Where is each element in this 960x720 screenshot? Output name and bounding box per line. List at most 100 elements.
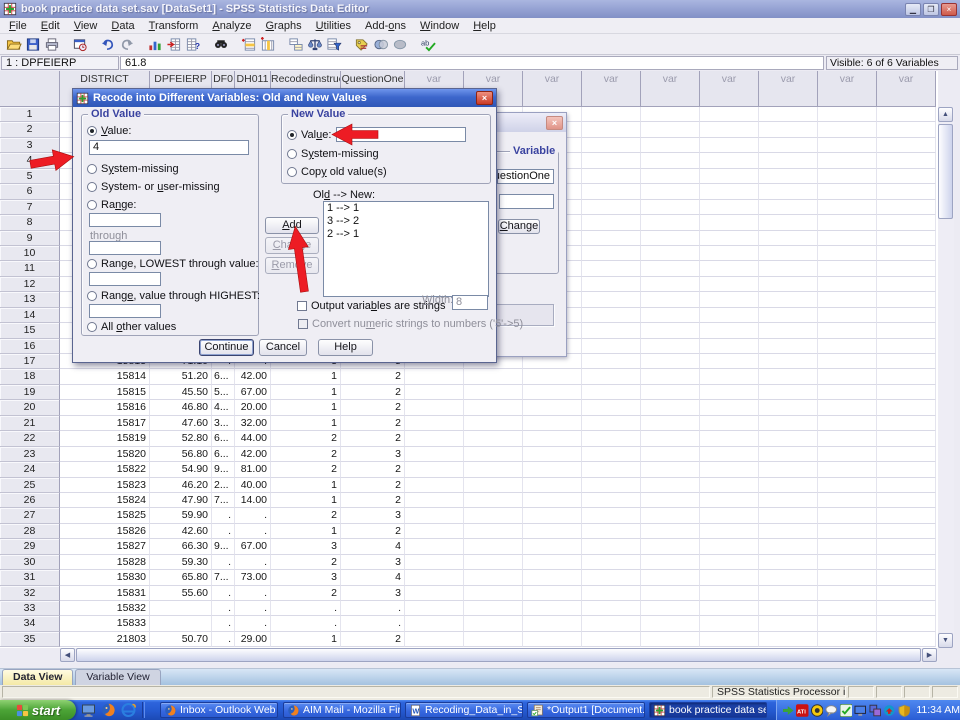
empty-cell[interactable] (641, 107, 700, 122)
row-number[interactable]: 31 (0, 570, 60, 585)
empty-cell[interactable] (700, 524, 759, 539)
empty-cell[interactable] (582, 586, 641, 601)
empty-cell[interactable] (523, 632, 582, 647)
row-number[interactable]: 9 (0, 231, 60, 246)
data-cell[interactable]: 59.90 (150, 508, 212, 523)
row-number[interactable]: 25 (0, 478, 60, 493)
start-button[interactable]: start (0, 700, 76, 720)
empty-cell[interactable] (582, 416, 641, 431)
empty-cell[interactable] (877, 431, 936, 446)
cell-reference[interactable]: 1 : DPFEIERP (1, 56, 119, 70)
output-variable-label-field[interactable] (499, 194, 554, 209)
data-cell[interactable]: 15822 (60, 462, 150, 477)
data-cell[interactable]: 2 (271, 462, 341, 477)
empty-cell[interactable] (582, 493, 641, 508)
data-cell[interactable]: 46.80 (150, 400, 212, 415)
data-cell[interactable]: 15819 (60, 431, 150, 446)
row-number[interactable]: 22 (0, 431, 60, 446)
taskbar-button[interactable]: WRecoding_Data_in_S... (405, 702, 523, 718)
data-cell[interactable]: 15823 (60, 478, 150, 493)
empty-cell[interactable] (641, 200, 700, 215)
cell-editor[interactable]: 61.8 (120, 56, 824, 70)
empty-cell[interactable] (641, 508, 700, 523)
range-highest-field[interactable] (89, 304, 161, 318)
column-header-var[interactable]: var (759, 71, 818, 107)
empty-cell[interactable] (700, 153, 759, 168)
data-cell[interactable]: 65.80 (150, 570, 212, 585)
empty-cell[interactable] (877, 231, 936, 246)
row-number[interactable]: 28 (0, 524, 60, 539)
data-cell[interactable]: 14.00 (235, 493, 271, 508)
row-number[interactable]: 29 (0, 539, 60, 554)
empty-cell[interactable] (523, 508, 582, 523)
data-cell[interactable]: . (341, 616, 405, 631)
data-cell[interactable]: 1 (271, 632, 341, 647)
continue-button[interactable]: Continue (199, 339, 254, 356)
find-icon[interactable] (211, 36, 230, 53)
empty-cell[interactable] (759, 400, 818, 415)
empty-cell[interactable] (582, 616, 641, 631)
empty-cell[interactable] (523, 555, 582, 570)
data-cell[interactable]: . (212, 524, 235, 539)
data-cell[interactable]: 15826 (60, 524, 150, 539)
dialog-titlebar[interactable]: Recode into Different Variables: Old and… (73, 89, 496, 107)
data-cell[interactable]: 6... (212, 431, 235, 446)
data-cell[interactable]: 2 (341, 416, 405, 431)
show-all-icon[interactable] (390, 36, 409, 53)
empty-cell[interactable] (700, 601, 759, 616)
empty-cell[interactable] (818, 632, 877, 647)
empty-cell[interactable] (405, 616, 464, 631)
data-cell[interactable]: 9... (212, 462, 235, 477)
empty-cell[interactable] (641, 493, 700, 508)
empty-cell[interactable] (700, 292, 759, 307)
chat-icon[interactable] (825, 704, 837, 717)
empty-cell[interactable] (582, 184, 641, 199)
empty-cell[interactable] (641, 601, 700, 616)
empty-cell[interactable] (877, 586, 936, 601)
empty-cell[interactable] (759, 632, 818, 647)
empty-cell[interactable] (464, 478, 523, 493)
row-number[interactable]: 8 (0, 215, 60, 230)
empty-cell[interactable] (700, 508, 759, 523)
background-dialog-close-button[interactable]: × (546, 116, 563, 130)
empty-cell[interactable] (582, 524, 641, 539)
output-variable-name-field[interactable]: dQuestionOne (497, 169, 554, 184)
empty-cell[interactable] (464, 416, 523, 431)
row-number[interactable]: 15 (0, 323, 60, 338)
data-cell[interactable]: 67.00 (235, 539, 271, 554)
data-cell[interactable]: 81.00 (235, 462, 271, 477)
show-desktop-icon[interactable] (80, 702, 97, 718)
empty-cell[interactable] (700, 122, 759, 137)
change-output-button[interactable]: Change (498, 219, 540, 234)
empty-cell[interactable] (641, 400, 700, 415)
data-cell[interactable]: 42.60 (150, 524, 212, 539)
empty-cell[interactable] (405, 539, 464, 554)
row-number[interactable]: 19 (0, 385, 60, 400)
variables-icon[interactable]: ? (183, 36, 202, 53)
split-file-icon[interactable] (286, 36, 305, 53)
empty-cell[interactable] (464, 400, 523, 415)
empty-cell[interactable] (523, 586, 582, 601)
empty-cell[interactable] (759, 153, 818, 168)
empty-cell[interactable] (877, 616, 936, 631)
new-value-radio[interactable]: Value: (287, 129, 331, 141)
column-header-var[interactable]: var (523, 71, 582, 107)
data-cell[interactable]: 51.20 (150, 369, 212, 384)
empty-cell[interactable] (641, 586, 700, 601)
data-cell[interactable]: 73.00 (235, 570, 271, 585)
empty-cell[interactable] (818, 493, 877, 508)
data-cell[interactable]: . (212, 632, 235, 647)
data-cell[interactable]: 47.60 (150, 416, 212, 431)
empty-cell[interactable] (818, 277, 877, 292)
data-cell[interactable]: 2... (212, 478, 235, 493)
empty-cell[interactable] (582, 122, 641, 137)
empty-cell[interactable] (582, 539, 641, 554)
empty-cell[interactable] (464, 524, 523, 539)
empty-cell[interactable] (877, 400, 936, 415)
empty-cell[interactable] (700, 478, 759, 493)
column-header-var[interactable]: var (877, 71, 936, 107)
empty-cell[interactable] (700, 555, 759, 570)
menu-file[interactable]: File (2, 19, 34, 33)
empty-cell[interactable] (700, 169, 759, 184)
empty-cell[interactable] (405, 400, 464, 415)
